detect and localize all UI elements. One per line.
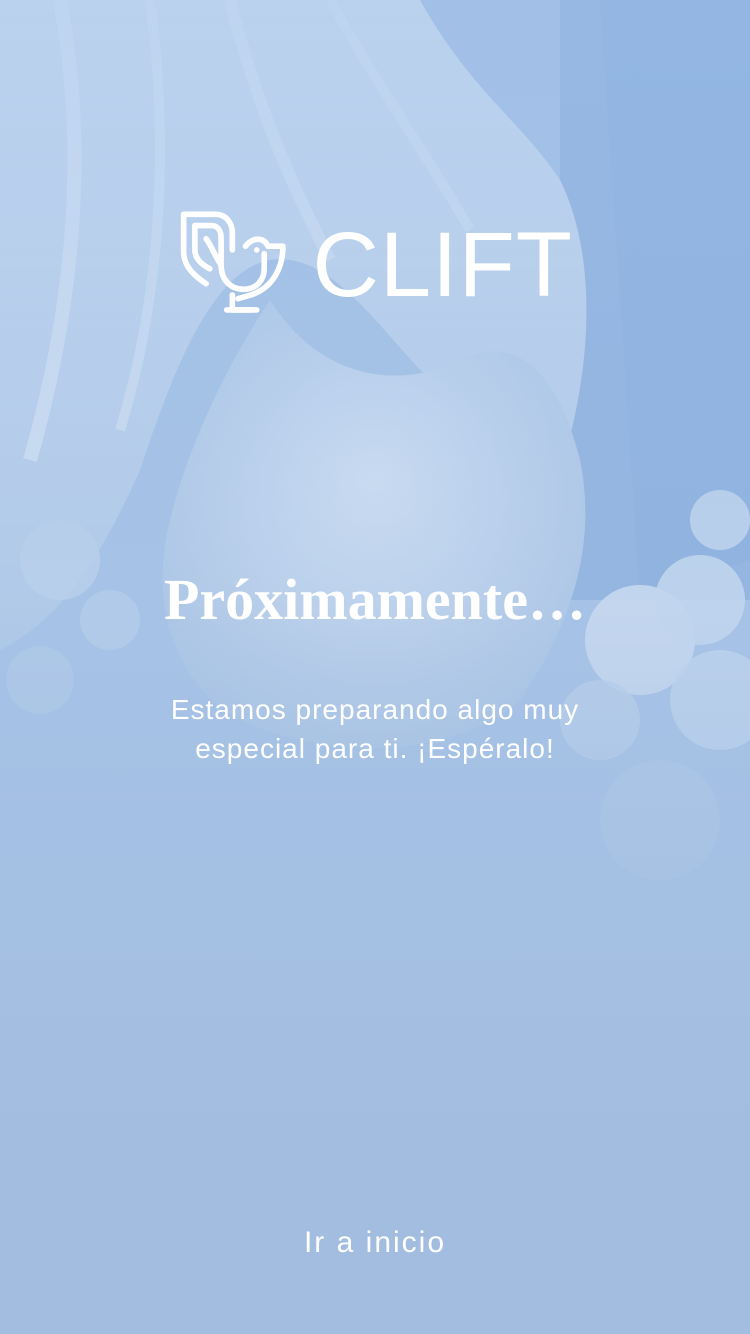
go-home-link[interactable]: Ir a inicio bbox=[225, 1218, 525, 1268]
blue-tint-overlay bbox=[0, 0, 750, 1334]
page-title: Próximamente… bbox=[164, 567, 586, 632]
coming-soon-screen: CLIFT Próximamente… Estamos preparando a… bbox=[0, 0, 750, 1334]
page-subtitle: Estamos preparando algo muy especial par… bbox=[170, 694, 580, 764]
bird-logo-icon bbox=[180, 211, 286, 313]
clift-logo: CLIFT bbox=[178, 205, 573, 323]
brand-name: CLIFT bbox=[312, 214, 573, 316]
